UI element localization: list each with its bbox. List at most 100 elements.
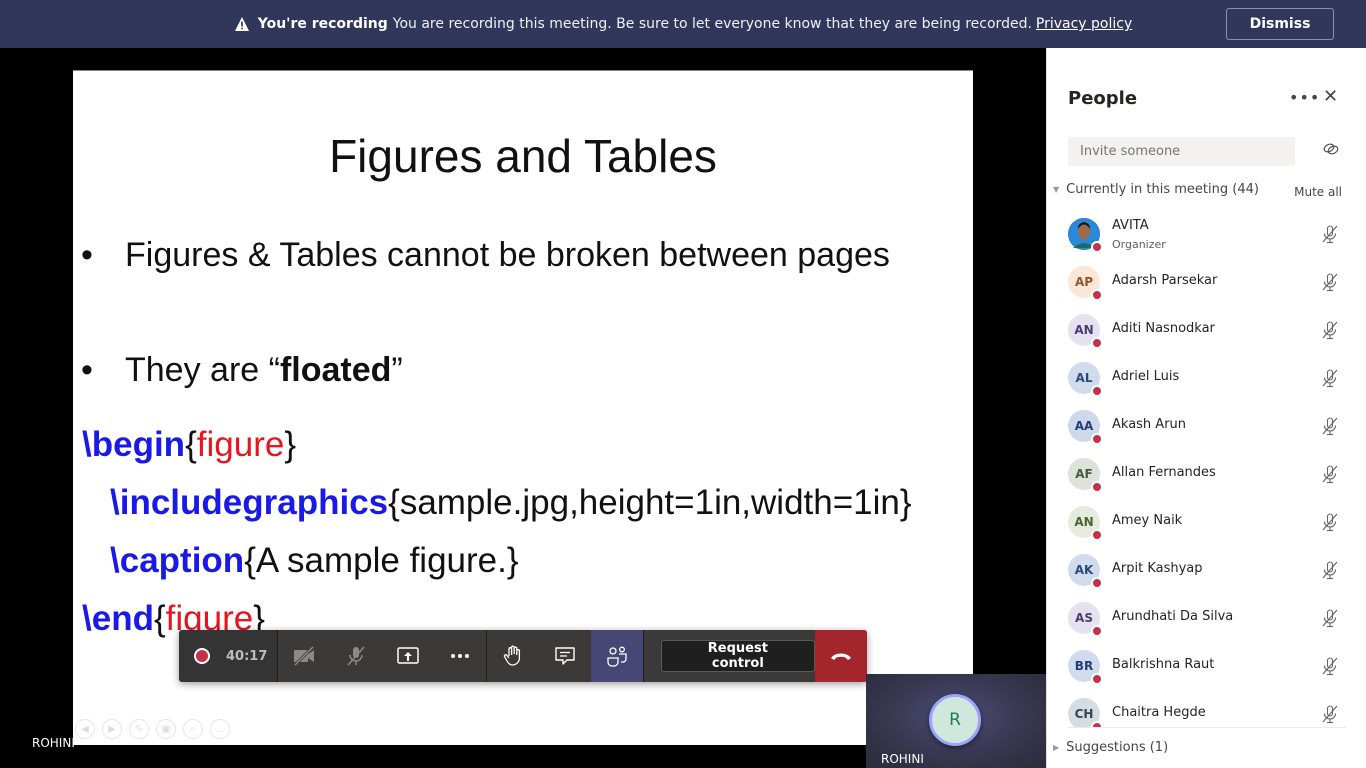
self-video-tile: R ROHINI — [866, 674, 1046, 768]
recording-banner: You're recording You are recording this … — [0, 0, 1366, 48]
avatar: AS — [1068, 602, 1103, 637]
bullet-text-prefix: They are “ — [125, 351, 280, 389]
dismiss-button[interactable]: Dismiss — [1226, 8, 1334, 40]
mic-off-icon[interactable] — [1321, 704, 1339, 724]
hang-up-button[interactable] — [815, 630, 867, 682]
show-conversation-button[interactable] — [539, 630, 591, 682]
latex-command: \caption — [110, 541, 245, 580]
presence-status-icon — [1091, 241, 1103, 253]
brace: } — [284, 425, 297, 464]
mic-off-icon[interactable] — [1321, 656, 1339, 676]
avatar: BR — [1068, 650, 1103, 685]
code-line: \caption{A sample figure.} — [110, 541, 519, 581]
participant-name: Arundhati Da Silva — [1112, 609, 1234, 624]
avatar: AL — [1068, 362, 1103, 397]
participant-row[interactable]: AP Adarsh Parsekar — [1047, 258, 1366, 306]
mute-all-button[interactable]: Mute all — [1294, 185, 1342, 199]
avatar — [1068, 218, 1103, 253]
raise-hand-button[interactable] — [487, 630, 539, 682]
meeting-controls: 40:17 Request control — [179, 630, 867, 682]
previous-slide-icon[interactable]: ◀ — [75, 719, 95, 739]
participant-row[interactable]: AN Aditi Nasnodkar — [1047, 306, 1366, 354]
participant-row[interactable]: AL Adriel Luis — [1047, 354, 1366, 402]
avatar-initials: AN — [1074, 515, 1094, 529]
more-actions-button[interactable] — [434, 630, 486, 682]
presence-status-icon — [1091, 289, 1103, 301]
divider — [1068, 727, 1346, 728]
latex-text: {A sample figure.} — [244, 541, 519, 580]
avatar-initials: AF — [1075, 467, 1093, 481]
share-tray-icon — [397, 647, 419, 664]
participant-row[interactable]: AVITA Organizer — [1047, 210, 1366, 258]
slideshow-nav: ◀ ▶ ✎ ▣ ⌕ … — [75, 719, 230, 739]
share-link-icon[interactable] — [1322, 140, 1340, 158]
participant-name: Balkrishna Raut — [1112, 657, 1215, 672]
participant-row[interactable]: AA Akash Arun — [1047, 402, 1366, 450]
request-control-button[interactable]: Request control — [660, 640, 816, 672]
suggestions-label: Suggestions (1) — [1066, 740, 1169, 755]
participant-row[interactable]: AF Allan Fernandes — [1047, 450, 1366, 498]
avatar-initials: CH — [1074, 707, 1094, 721]
privacy-policy-link[interactable]: Privacy policy — [1036, 16, 1132, 32]
record-icon — [194, 648, 210, 664]
mic-off-icon[interactable] — [1321, 560, 1339, 580]
suggestions-section[interactable]: ▶ Suggestions (1) — [1053, 740, 1168, 755]
avatar: AA — [1068, 410, 1103, 445]
recording-message: You are recording this meeting. Be sure … — [392, 16, 1032, 32]
mic-off-icon[interactable] — [1321, 512, 1339, 532]
close-icon[interactable]: ✕ — [1323, 86, 1338, 107]
chat-icon — [554, 647, 575, 665]
expand-triangle-icon: ▶ — [1053, 743, 1060, 752]
code-line: \begin{figure} — [82, 425, 296, 465]
panel-title: People — [1068, 88, 1138, 109]
mic-off-icon[interactable] — [1321, 320, 1339, 340]
mic-toggle-button[interactable] — [330, 630, 382, 682]
participant-name: Aditi Nasnodkar — [1112, 321, 1215, 336]
participant-name: Adarsh Parsekar — [1112, 273, 1218, 288]
participant-row[interactable]: BR Balkrishna Raut — [1047, 642, 1366, 690]
hand-icon — [503, 645, 520, 666]
invite-someone-input[interactable] — [1068, 137, 1295, 166]
participant-row[interactable]: AK Arpit Kashyap — [1047, 546, 1366, 594]
latex-command: \begin — [82, 425, 186, 464]
self-name: ROHINI — [881, 752, 924, 766]
recording-title: You're recording — [257, 16, 388, 32]
mic-off-icon[interactable] — [1321, 224, 1339, 244]
mic-off-icon[interactable] — [1321, 464, 1339, 484]
latex-argument: figure — [196, 425, 285, 464]
meeting-timer: 40:17 — [226, 648, 268, 664]
avatar: AN — [1068, 506, 1103, 541]
mic-off-icon[interactable] — [1321, 272, 1339, 292]
participant-row[interactable]: AS Arundhati Da Silva — [1047, 594, 1366, 642]
latex-command: \end — [82, 599, 154, 638]
share-screen-button[interactable] — [382, 630, 434, 682]
mic-off-icon[interactable] — [1321, 608, 1339, 628]
section-label: Currently in this meeting (44) — [1066, 182, 1259, 197]
show-participants-button[interactable] — [590, 630, 643, 682]
self-avatar: R — [929, 694, 981, 746]
participant-row[interactable]: AN Amey Naik — [1047, 498, 1366, 546]
mic-off-icon[interactable] — [1321, 416, 1339, 436]
participant-name: Adriel Luis — [1112, 369, 1180, 384]
mic-off-icon[interactable] — [1321, 368, 1339, 388]
bullet-text-bold: floated — [279, 351, 392, 389]
presence-status-icon — [1091, 337, 1103, 349]
presence-status-icon — [1091, 625, 1103, 637]
participant-row[interactable]: CH Chaitra Hegde — [1047, 690, 1366, 727]
presence-status-icon — [1091, 481, 1103, 493]
camera-toggle-button[interactable] — [278, 630, 330, 682]
slide-bullet: • Figures & Tables cannot be broken betwe… — [81, 236, 890, 275]
next-slide-icon[interactable]: ▶ — [102, 719, 122, 739]
latex-text: {sample.jpg,height=1in,width=1in} — [388, 483, 912, 522]
more-options-icon[interactable]: ••• — [1289, 88, 1320, 107]
more-options-icon[interactable]: … — [210, 719, 230, 739]
avatar-initials: AA — [1074, 419, 1094, 433]
pen-icon[interactable]: ✎ — [129, 719, 149, 739]
presence-status-icon — [1091, 385, 1103, 397]
collapse-triangle-icon: ▼ — [1053, 185, 1060, 194]
zoom-icon[interactable]: ⌕ — [183, 719, 203, 739]
warning-icon — [234, 17, 249, 31]
participant-list: AVITA Organizer AP Adarsh Parsekar AN Aditi N… — [1047, 210, 1366, 727]
slides-icon[interactable]: ▣ — [156, 719, 176, 739]
participant-name: Akash Arun — [1112, 417, 1187, 432]
